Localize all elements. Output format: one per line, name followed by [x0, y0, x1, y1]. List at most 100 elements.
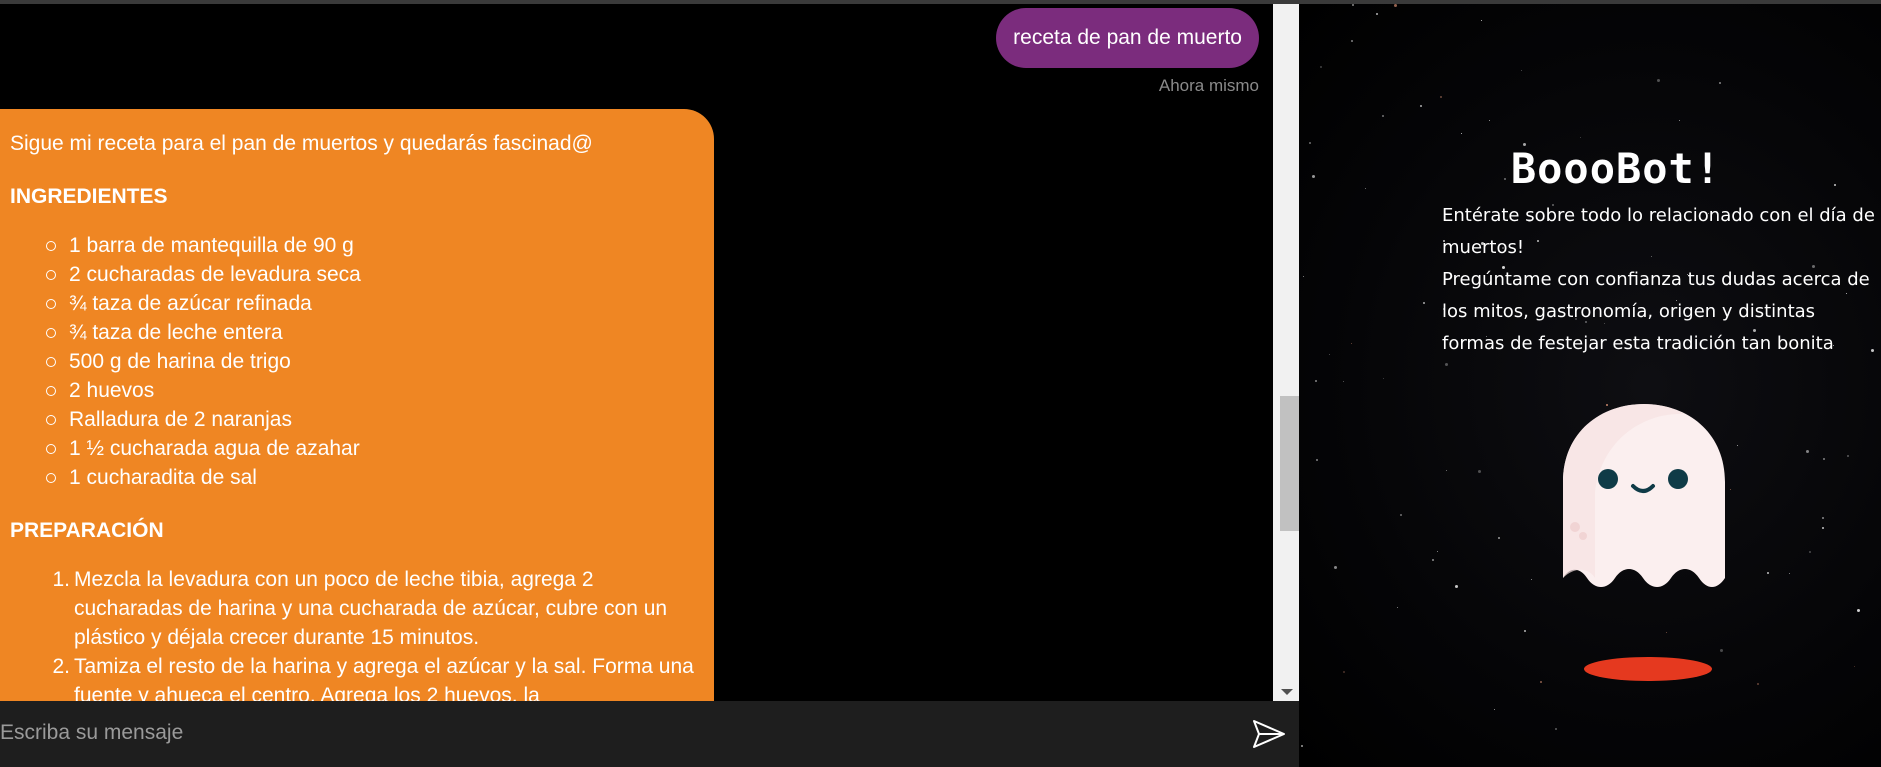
star-dot [1834, 184, 1836, 186]
bullet-icon [46, 414, 56, 425]
bullet-icon [46, 356, 56, 367]
star-dot [1382, 115, 1384, 117]
step-text: Tamiza el resto de la harina y agrega el… [74, 655, 694, 701]
user-message-bubble: receta de pan de muerto [996, 8, 1259, 68]
step-text: Mezcla la levadura con un poco de leche … [74, 568, 668, 649]
bot-description: Entérate sobre todo lo relacionado con e… [1442, 200, 1881, 360]
ingredient-text: 1 ½ cucharada agua de azahar [69, 437, 360, 460]
star-dot [1806, 450, 1809, 453]
star-dot [1316, 459, 1318, 461]
star-dot [1531, 579, 1532, 580]
ingredient-item: 1 barra de mantequilla de 90 g [46, 231, 714, 260]
ingredient-text: 2 huevos [69, 379, 155, 402]
star-dot [1420, 105, 1422, 107]
ingredient-text: 1 barra de mantequilla de 90 g [69, 234, 354, 257]
ingredient-text: ¾ taza de leche entera [69, 321, 283, 344]
description-line-2: Pregúntame con confianza tus dudas acerc… [1442, 269, 1870, 354]
ingredient-item: ¾ taza de leche entera [46, 318, 714, 347]
bullet-icon [46, 240, 56, 251]
star-dot [1823, 458, 1825, 460]
ingredient-text: 1 cucharadita de sal [69, 466, 257, 489]
star-dot [1757, 683, 1759, 685]
star-dot [1847, 455, 1849, 457]
star-dot [1666, 632, 1667, 633]
star-dot [1445, 363, 1448, 366]
star-dot [1540, 681, 1542, 683]
scroll-down-arrow-icon[interactable] [1281, 689, 1293, 695]
bullet-icon [46, 472, 56, 483]
star-dot [1440, 96, 1442, 98]
star-dot [1320, 66, 1322, 68]
star-dot [1478, 470, 1481, 473]
star-dot [1857, 609, 1860, 612]
star-dot [1854, 666, 1855, 667]
star-dot [1719, 82, 1721, 84]
ghost-shadow [1584, 657, 1712, 681]
star-dot [1329, 354, 1330, 355]
star-dot [1343, 671, 1345, 673]
star-dot [1312, 175, 1315, 178]
bot-title: BoooBot! [1510, 144, 1722, 193]
star-dot [1580, 137, 1581, 138]
star-dot [1737, 445, 1738, 446]
star-dot [1351, 40, 1353, 42]
star-dot [1679, 120, 1680, 121]
star-dot [1498, 537, 1500, 539]
star-dot [1489, 120, 1490, 121]
star-dot [1397, 607, 1398, 608]
star-dot [1446, 470, 1447, 471]
bullet-icon [46, 269, 56, 280]
user-message-text: receta de pan de muerto [1013, 26, 1242, 49]
scrollbar-thumb[interactable] [1280, 396, 1299, 531]
ingredients-heading: INGREDIENTES [10, 185, 168, 208]
star-dot [1481, 20, 1482, 21]
star-dot [1376, 13, 1378, 15]
ingredient-item: 2 huevos [46, 376, 714, 405]
star-dot [1767, 572, 1769, 574]
star-dot [1555, 728, 1557, 730]
star-dot [1720, 649, 1723, 652]
step-number: 1. [52, 568, 70, 591]
star-dot [1309, 142, 1311, 144]
message-input[interactable] [0, 715, 1230, 751]
ingredient-text: 500 g de harina de trigo [69, 350, 291, 373]
step-item: 2. Tamiza el resto de la harina y agrega … [10, 652, 714, 701]
star-dot [1383, 378, 1384, 379]
bullet-icon [46, 327, 56, 338]
star-dot [1494, 709, 1495, 710]
info-panel: BoooBot! Entérate sobre todo lo relacion… [1299, 4, 1881, 767]
star-dot [1301, 745, 1303, 747]
star-dot [1303, 276, 1304, 277]
star-dot [1334, 566, 1337, 569]
star-dot [1315, 380, 1317, 382]
ingredient-item: 1 ½ cucharada agua de azahar [46, 434, 714, 463]
star-dot [1423, 302, 1425, 304]
bot-intro-text: Sigue mi receta para el pan de muertos y… [10, 132, 593, 155]
description-line-1: Entérate sobre todo lo relacionado con e… [1442, 205, 1875, 258]
preparation-steps: 1. Mezcla la levadura con un poco de lech… [10, 565, 714, 701]
ingredients-list: 1 barra de mantequilla de 90 g 2 cucharad… [10, 231, 714, 492]
message-input-bar [0, 701, 1299, 767]
star-dot [1657, 79, 1660, 82]
star-dot [1461, 133, 1462, 134]
star-dot [1394, 4, 1397, 7]
star-dot [1521, 70, 1522, 71]
star-dot [1822, 517, 1824, 519]
step-number: 2. [52, 655, 70, 678]
ingredient-item: 1 cucharadita de sal [46, 463, 714, 492]
ghost-icon [1563, 404, 1725, 587]
star-dot [1352, 4, 1354, 6]
star-dot [1365, 188, 1366, 189]
message-timestamp: Ahora mismo [1158, 76, 1259, 95]
ingredient-text: Ralladura de 2 naranjas [69, 408, 292, 431]
star-dot [1437, 551, 1438, 552]
chat-scrollbar[interactable] [1273, 4, 1299, 701]
star-dot [1343, 381, 1344, 382]
chat-panel[interactable]: receta de pan de muerto Ahora mismo Sigu… [0, 4, 1273, 701]
bullet-icon [46, 385, 56, 396]
bullet-icon [46, 298, 56, 309]
ingredient-item: 2 cucharadas de levadura seca [46, 260, 714, 289]
preparation-heading: PREPARACIÓN [10, 519, 164, 542]
send-icon[interactable] [1252, 718, 1286, 750]
bot-message-bubble: Sigue mi receta para el pan de muertos y… [0, 109, 714, 701]
